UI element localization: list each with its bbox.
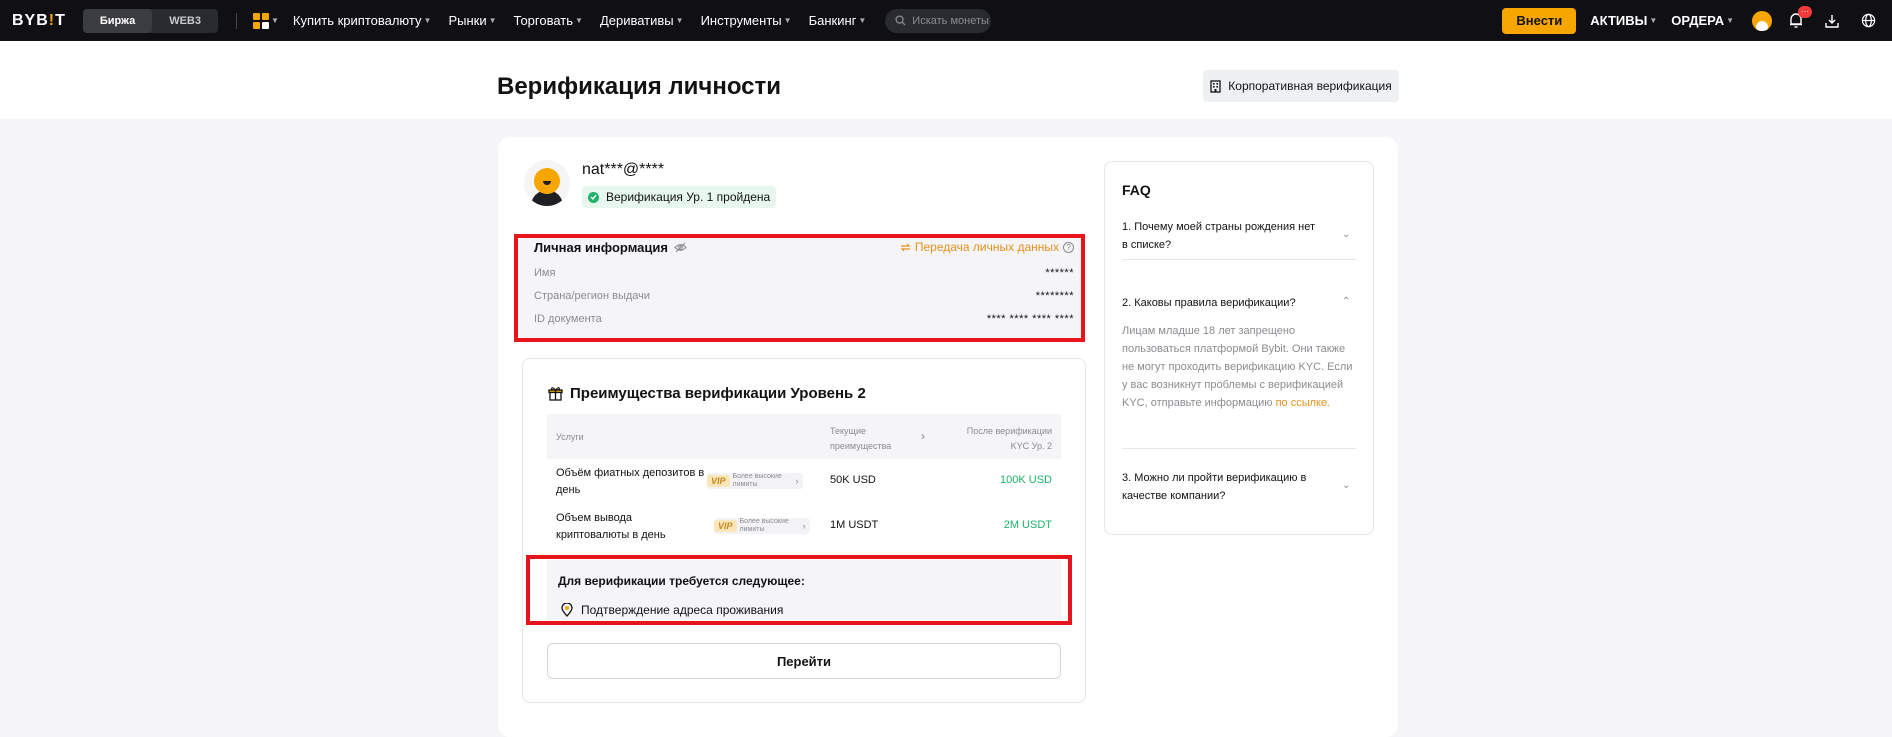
- faq-answer-2: Лицам младше 18 лет запрещено пользовать…: [1122, 325, 1353, 409]
- assets-menu[interactable]: АКТИВЫ ▼: [1590, 13, 1657, 28]
- mode-switch: Биржа WEB3: [82, 8, 218, 33]
- location-pin-icon: [561, 603, 573, 617]
- chevron-right-icon[interactable]: ›: [921, 429, 925, 443]
- notification-badge: ···: [1798, 5, 1812, 18]
- eye-off-icon[interactable]: [674, 242, 687, 253]
- table-row: Объём фиатных депозитов в день VIP Более …: [556, 467, 1052, 496]
- download-icon[interactable]: [1822, 11, 1842, 31]
- personal-info-title: Личная информация: [534, 240, 687, 255]
- requirement-item: Подтверждение адреса проживания: [561, 603, 783, 617]
- bybit-logo[interactable]: BYB!T: [12, 12, 66, 30]
- faq-answer-link[interactable]: по ссылке.: [1276, 397, 1331, 409]
- nav-item-trade[interactable]: Торговать ▼: [514, 13, 583, 28]
- apps-grid-icon[interactable]: [252, 12, 269, 29]
- transfer-icon: [900, 243, 911, 251]
- divider: [1122, 448, 1356, 449]
- gift-icon: [548, 387, 563, 401]
- page-header: Верификация личности Корпоративная вериф…: [0, 41, 1892, 119]
- search-input[interactable]: Искать монеты: [885, 8, 992, 33]
- user-avatar: [524, 160, 570, 206]
- top-navbar: BYB!T Биржа WEB3 ▼ Купить криптовалюту ▼ …: [0, 0, 1892, 41]
- search-icon: [895, 15, 906, 26]
- chevron-down-icon: ▼: [270, 16, 279, 25]
- user-name: nat***@****: [582, 161, 665, 178]
- divider: [235, 12, 237, 29]
- chevron-down-icon[interactable]: ⌄: [1342, 480, 1350, 491]
- info-row-document-id: ID документа **** **** **** ****: [534, 313, 1074, 325]
- mode-exchange-tab[interactable]: Биржа: [82, 8, 153, 33]
- personal-data-transfer-link[interactable]: Передача личных данных ?: [900, 240, 1074, 254]
- orders-menu[interactable]: ОРДЕРА ▼: [1671, 13, 1734, 28]
- info-row-country: Страна/регион выдачи ********: [534, 290, 1074, 302]
- nav-menu: Купить криптовалюту ▼ Рынки ▼ Торговать ▼ Д…: [293, 13, 883, 28]
- nav-item-markets[interactable]: Рынки ▼: [448, 13, 496, 28]
- user-avatar-icon[interactable]: [1752, 10, 1772, 31]
- benefits-title: Преимущества верификации Уровень 2: [548, 385, 866, 402]
- divider: [1122, 259, 1356, 260]
- faq-question-2[interactable]: 2. Каковы правила верификации?: [1122, 294, 1322, 312]
- faq-question-1[interactable]: 1. Почему моей страны рождения нет в спи…: [1122, 218, 1322, 254]
- go-button[interactable]: Перейти: [547, 643, 1061, 679]
- table-row: Объем вывода криптовалюты в день VIP Боле…: [556, 512, 1052, 541]
- chevron-down-icon[interactable]: ⌄: [1342, 229, 1350, 240]
- faq-title: FAQ: [1122, 182, 1151, 198]
- nav-item-tools[interactable]: Инструменты ▼: [701, 13, 792, 28]
- navbar-right: Внести АКТИВЫ ▼ ОРДЕРА ▼ ···: [1502, 5, 1878, 34]
- help-icon[interactable]: ?: [1063, 241, 1074, 253]
- check-circle-icon: [588, 191, 599, 203]
- info-row-name: Имя ******: [534, 267, 1074, 279]
- deposit-button[interactable]: Внести: [1502, 7, 1577, 34]
- corporate-verification-button[interactable]: Корпоративная верификация: [1203, 70, 1399, 102]
- building-icon: [1210, 79, 1221, 93]
- nav-item-buy-crypto[interactable]: Купить криптовалюту ▼: [293, 13, 432, 28]
- benefits-table-header: Услуги Текущие преимущества › После вериф…: [547, 414, 1061, 459]
- page-title: Верификация личности: [497, 73, 782, 100]
- status-badge: Верификация Ур. 1 пройдена: [582, 186, 777, 208]
- requirements-title: Для верификации требуется следующее:: [558, 574, 805, 588]
- chevron-up-icon[interactable]: ⌃: [1342, 296, 1350, 307]
- nav-item-banking[interactable]: Банкинг ▼: [809, 13, 867, 28]
- faq-question-3[interactable]: 3. Можно ли пройти верификацию в качеств…: [1122, 469, 1322, 505]
- nav-item-derivatives[interactable]: Деривативы ▼: [600, 13, 684, 28]
- vip-higher-limits-tag[interactable]: VIP Более высокие лимиты ›: [707, 473, 803, 489]
- notifications-bell-icon[interactable]: ···: [1786, 5, 1812, 31]
- globe-icon[interactable]: [1858, 11, 1878, 31]
- mode-web3-tab[interactable]: WEB3: [152, 9, 218, 33]
- vip-higher-limits-tag[interactable]: VIP Более высокие лимиты ›: [714, 518, 810, 534]
